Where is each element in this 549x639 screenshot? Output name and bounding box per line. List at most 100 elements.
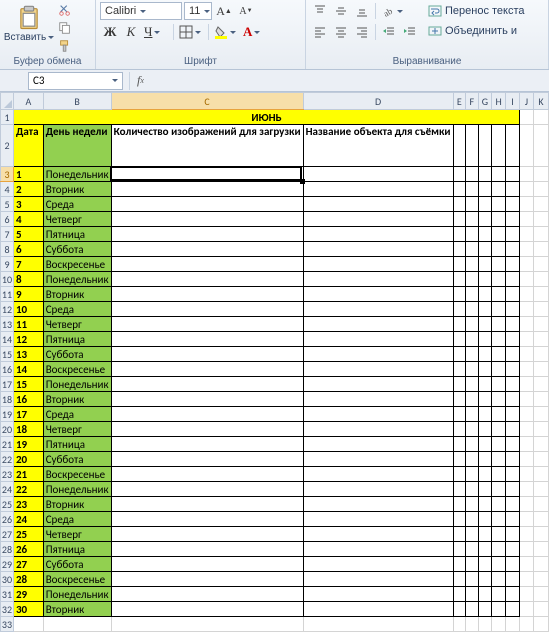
- row-header[interactable]: 12: [1, 302, 14, 317]
- cell[interactable]: [466, 392, 478, 407]
- cell[interactable]: [453, 332, 466, 347]
- cell[interactable]: [519, 182, 533, 197]
- cell[interactable]: [466, 497, 478, 512]
- row-header[interactable]: 11: [1, 287, 14, 302]
- cell[interactable]: 1: [13, 167, 43, 182]
- cell[interactable]: [303, 272, 453, 287]
- row-header[interactable]: 1: [1, 110, 14, 125]
- cell[interactable]: [492, 542, 506, 557]
- cell[interactable]: [505, 437, 519, 452]
- cell[interactable]: [453, 272, 466, 287]
- cell[interactable]: [533, 497, 548, 512]
- cell[interactable]: [111, 467, 303, 482]
- cell[interactable]: Четверг: [43, 422, 111, 437]
- row-header[interactable]: 18: [1, 392, 14, 407]
- cell[interactable]: Воскресенье: [43, 572, 111, 587]
- cell[interactable]: [533, 407, 548, 422]
- row-header[interactable]: 10: [1, 272, 14, 287]
- cell[interactable]: [505, 197, 519, 212]
- row-header[interactable]: 26: [1, 512, 14, 527]
- cell[interactable]: [111, 557, 303, 572]
- cell[interactable]: [466, 512, 478, 527]
- cell[interactable]: [533, 587, 548, 602]
- cell[interactable]: [492, 452, 506, 467]
- cell[interactable]: [453, 422, 466, 437]
- cell[interactable]: [453, 572, 466, 587]
- row-header[interactable]: 22: [1, 452, 14, 467]
- cell[interactable]: [303, 617, 453, 632]
- cell[interactable]: [478, 287, 492, 302]
- cell[interactable]: [453, 482, 466, 497]
- cell[interactable]: [466, 242, 478, 257]
- orientation-button[interactable]: ab: [379, 2, 407, 20]
- col-header-E[interactable]: E: [453, 93, 466, 110]
- cell[interactable]: [492, 377, 506, 392]
- cell[interactable]: [478, 242, 492, 257]
- cell[interactable]: [111, 602, 303, 617]
- cell[interactable]: 26: [13, 542, 43, 557]
- cell[interactable]: [533, 242, 548, 257]
- inc-indent-button[interactable]: [400, 23, 420, 41]
- col-header-K[interactable]: K: [533, 93, 548, 110]
- cell[interactable]: [303, 482, 453, 497]
- row-header[interactable]: 20: [1, 422, 14, 437]
- cell[interactable]: [111, 482, 303, 497]
- cell[interactable]: [466, 377, 478, 392]
- cell[interactable]: [478, 542, 492, 557]
- cell[interactable]: [519, 542, 533, 557]
- cell[interactable]: 12: [13, 332, 43, 347]
- cell[interactable]: [519, 392, 533, 407]
- row-header[interactable]: 21: [1, 437, 14, 452]
- cell[interactable]: [478, 212, 492, 227]
- cell[interactable]: [478, 452, 492, 467]
- cell[interactable]: [303, 182, 453, 197]
- cell[interactable]: [505, 287, 519, 302]
- col-header-H[interactable]: H: [492, 93, 506, 110]
- cell[interactable]: [111, 257, 303, 272]
- cell[interactable]: [466, 302, 478, 317]
- header-cell[interactable]: Количество изображений для загрузки: [111, 125, 303, 167]
- cell[interactable]: [505, 452, 519, 467]
- cell[interactable]: [519, 302, 533, 317]
- cell[interactable]: [505, 272, 519, 287]
- cell[interactable]: [466, 167, 478, 182]
- cell[interactable]: [478, 167, 492, 182]
- cell[interactable]: [533, 272, 548, 287]
- cell[interactable]: Вторник: [43, 182, 111, 197]
- cell[interactable]: Среда: [43, 197, 111, 212]
- cell[interactable]: [303, 167, 453, 182]
- cell[interactable]: [111, 302, 303, 317]
- cell[interactable]: [505, 497, 519, 512]
- cell[interactable]: [466, 467, 478, 482]
- cell[interactable]: [492, 527, 506, 542]
- cell[interactable]: [533, 167, 548, 182]
- format-painter-button[interactable]: [56, 38, 74, 54]
- cell[interactable]: [453, 242, 466, 257]
- cell[interactable]: [478, 572, 492, 587]
- cell[interactable]: [478, 527, 492, 542]
- cell[interactable]: [519, 317, 533, 332]
- align-top-button[interactable]: [310, 2, 330, 20]
- cell[interactable]: Вторник: [43, 392, 111, 407]
- cell[interactable]: Суббота: [43, 242, 111, 257]
- underline-button[interactable]: Ч: [142, 23, 170, 41]
- cell[interactable]: 23: [13, 497, 43, 512]
- cell[interactable]: [505, 392, 519, 407]
- cell[interactable]: [453, 167, 466, 182]
- cell[interactable]: [492, 332, 506, 347]
- cell[interactable]: [466, 257, 478, 272]
- cell[interactable]: [533, 542, 548, 557]
- cell[interactable]: [478, 332, 492, 347]
- cell[interactable]: Пятница: [43, 437, 111, 452]
- cell[interactable]: Четверг: [43, 212, 111, 227]
- cell[interactable]: Вторник: [43, 497, 111, 512]
- cell[interactable]: [453, 212, 466, 227]
- cell[interactable]: [466, 437, 478, 452]
- cell[interactable]: [453, 362, 466, 377]
- row-header[interactable]: 2: [1, 125, 14, 167]
- cell[interactable]: [453, 467, 466, 482]
- cell[interactable]: [453, 437, 466, 452]
- cell[interactable]: [111, 167, 303, 182]
- bold-button[interactable]: Ж: [100, 23, 120, 41]
- cell[interactable]: Суббота: [43, 347, 111, 362]
